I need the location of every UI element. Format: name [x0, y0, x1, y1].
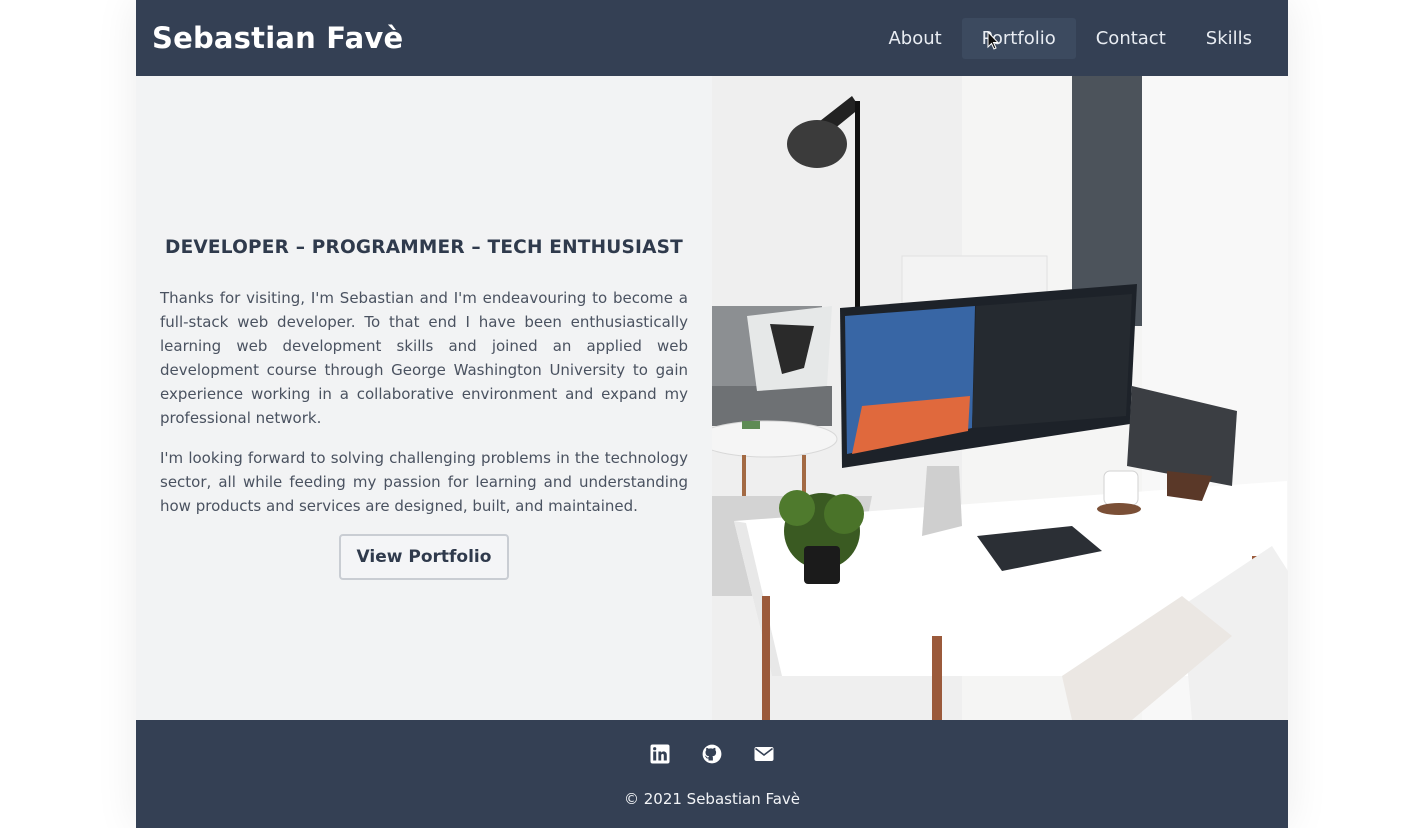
page: Sebastian Favè About Portfolio Contact S…: [136, 0, 1288, 828]
brand-name[interactable]: Sebastian Favè: [152, 21, 403, 55]
hero-text-panel: DEVELOPER – PROGRAMMER – TECH ENTHUSIAST…: [136, 76, 712, 720]
hero-paragraph: Thanks for visiting, I'm Sebastian and I…: [160, 288, 688, 427]
site-header: Sebastian Favè About Portfolio Contact S…: [136, 0, 1288, 76]
main-nav: About Portfolio Contact Skills: [868, 0, 1272, 76]
view-portfolio-button[interactable]: View Portfolio: [338, 533, 510, 580]
nav-item-contact[interactable]: Contact: [1076, 18, 1186, 59]
workspace-illustration: [712, 76, 1288, 720]
hero-section: DEVELOPER – PROGRAMMER – TECH ENTHUSIAST…: [136, 76, 1288, 720]
site-footer: © 2021 Sebastian Favè: [136, 720, 1288, 828]
workspace-photo: [712, 76, 1288, 720]
email-icon[interactable]: [754, 744, 774, 764]
linkedin-icon[interactable]: [650, 744, 670, 764]
nav-item-skills[interactable]: Skills: [1186, 18, 1272, 59]
mouse-cursor-icon: [987, 31, 999, 50]
hero-paragraph: I'm looking forward to solving challengi…: [160, 448, 688, 515]
copyright-text: © 2021 Sebastian Favè: [623, 790, 801, 808]
nav-item-portfolio[interactable]: Portfolio: [961, 17, 1076, 59]
social-links: [650, 744, 774, 764]
github-icon[interactable]: [702, 744, 722, 764]
nav-item-about[interactable]: About: [868, 18, 961, 59]
hero-tagline: DEVELOPER – PROGRAMMER – TECH ENTHUSIAST: [165, 236, 683, 258]
